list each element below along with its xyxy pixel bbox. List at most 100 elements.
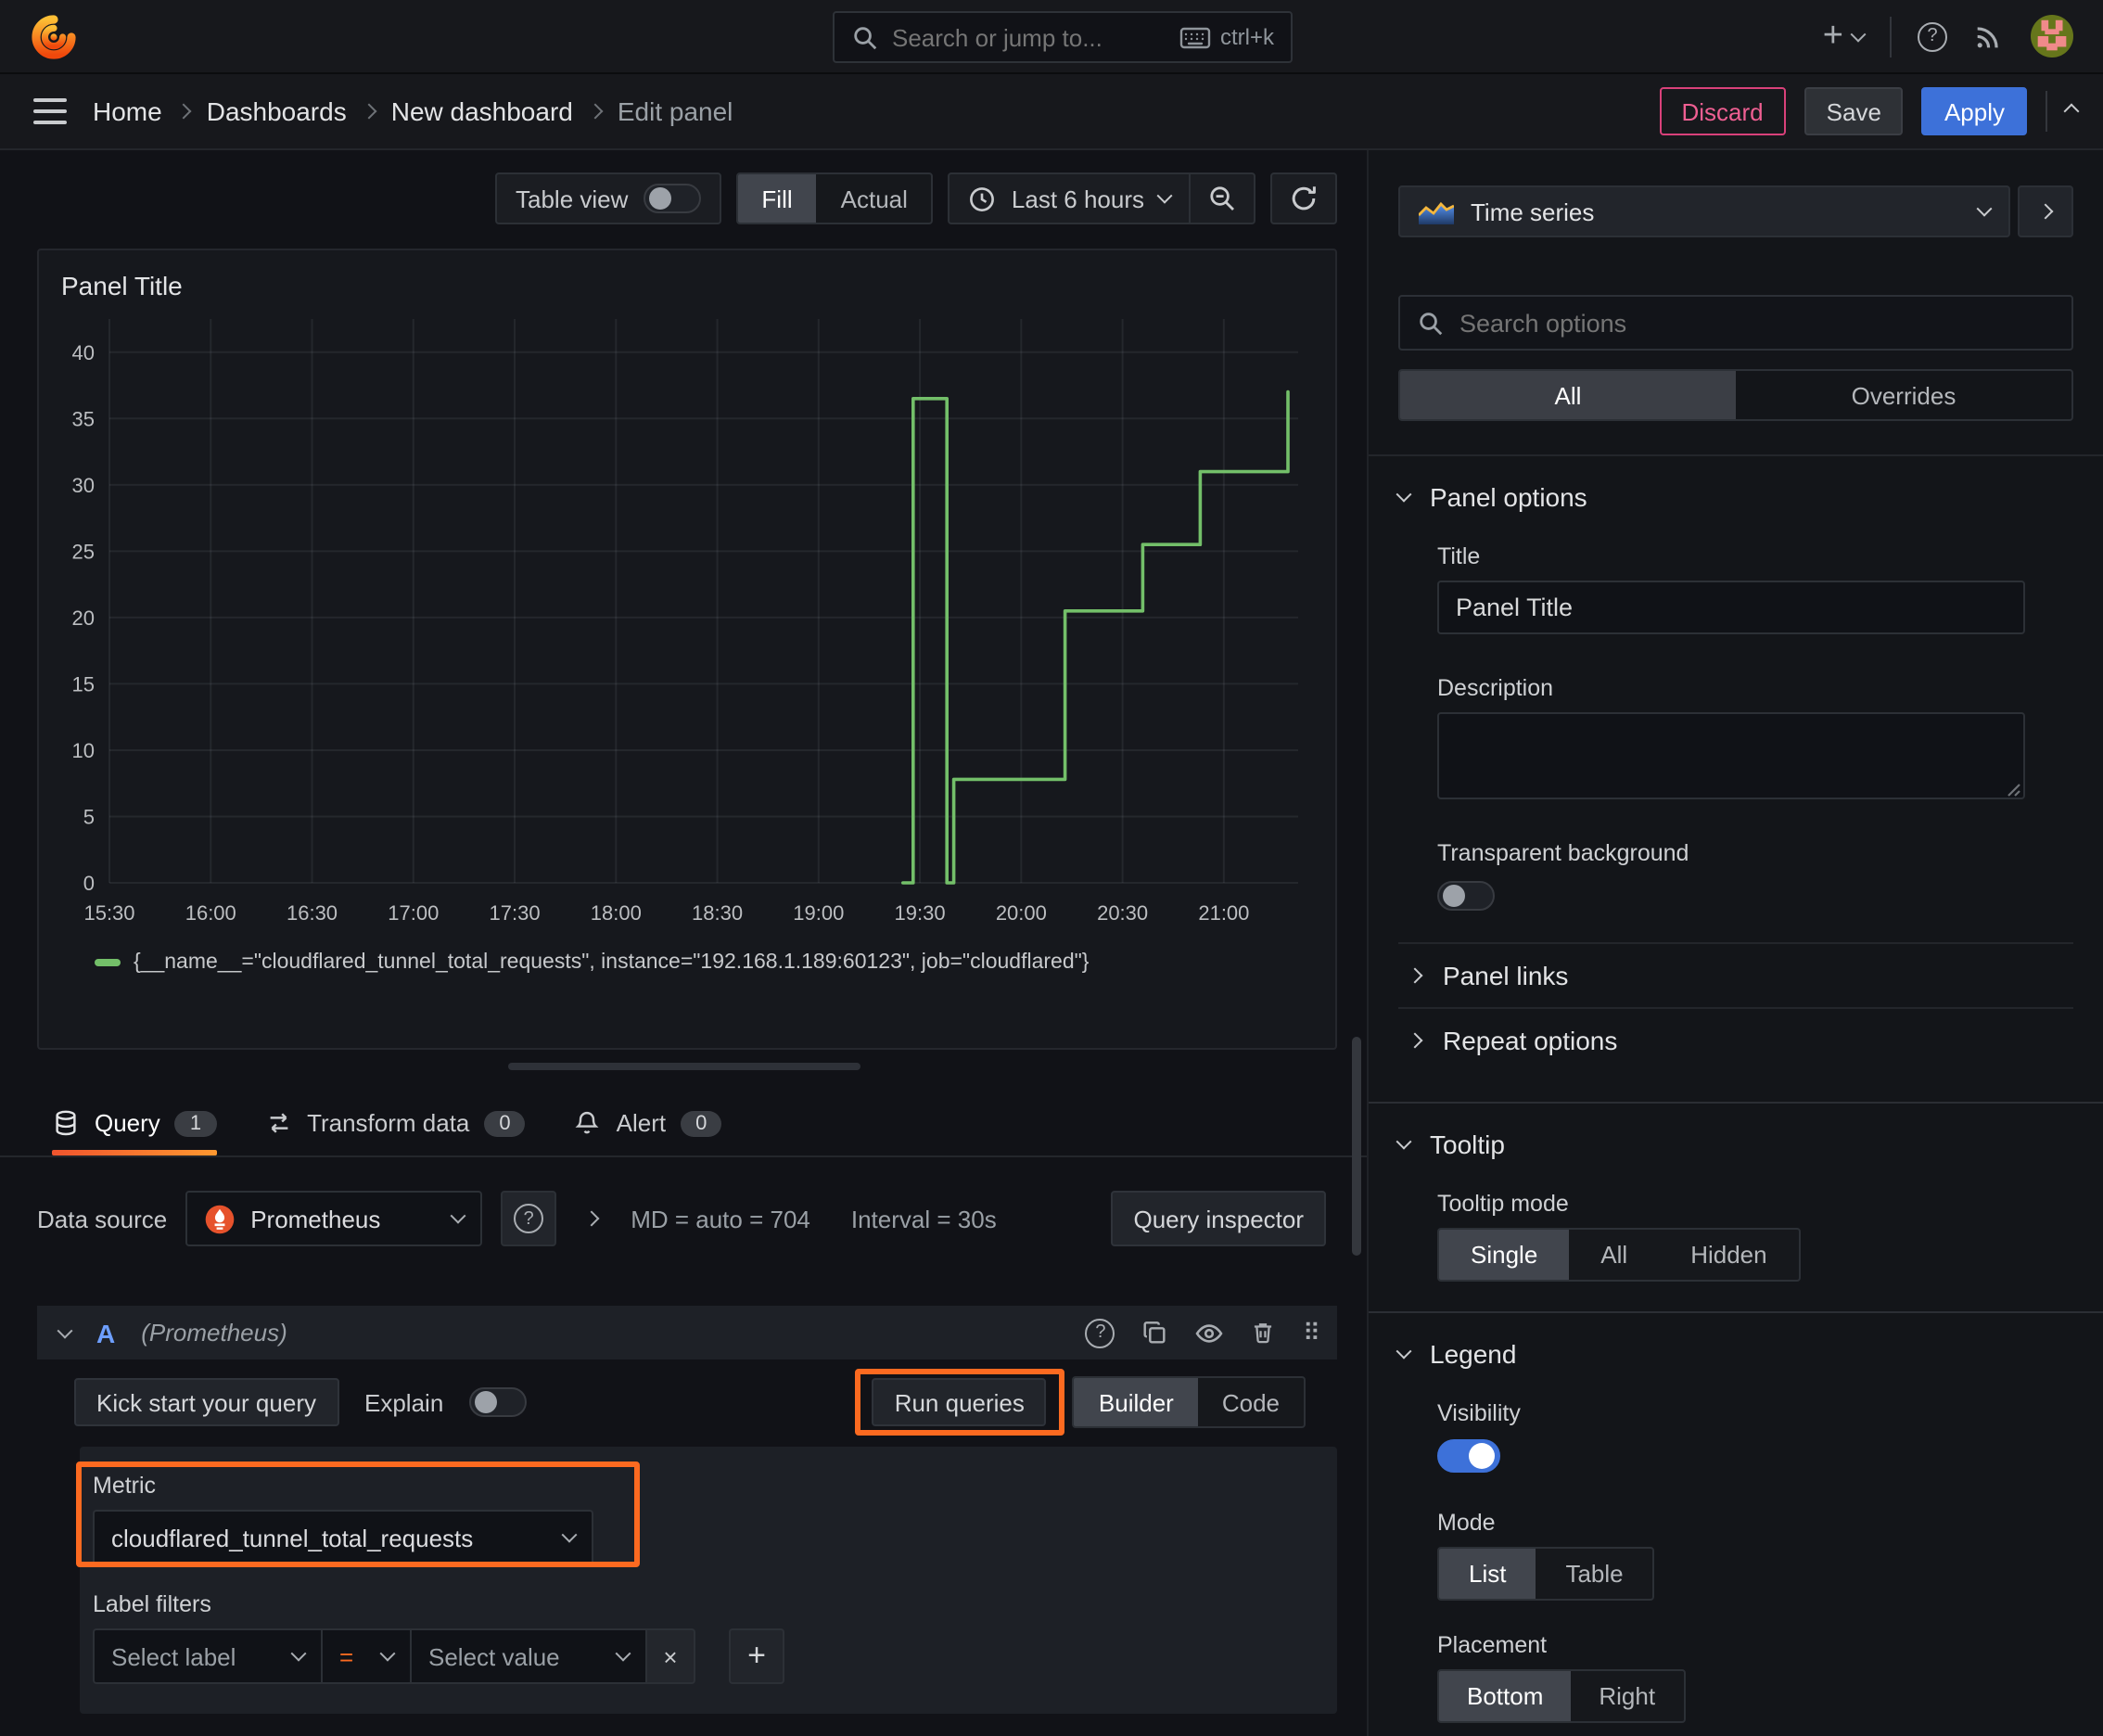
title-field-label: Title xyxy=(1437,543,1481,569)
user-avatar[interactable] xyxy=(2031,15,2073,57)
select-value-dropdown[interactable]: Select value xyxy=(412,1628,647,1684)
query-help-icon[interactable]: ? xyxy=(1085,1318,1115,1347)
select-label-dropdown[interactable]: Select label xyxy=(93,1628,323,1684)
section-repeat-options[interactable]: Repeat options xyxy=(1398,1009,2073,1072)
tab-query[interactable]: Query 1 xyxy=(52,1109,217,1155)
datasource-help-button[interactable]: ? xyxy=(501,1191,557,1246)
legend-mode-list[interactable]: List xyxy=(1439,1549,1536,1599)
table-view-label: Table view xyxy=(516,185,629,212)
tab-overrides[interactable]: Overrides xyxy=(1736,371,2071,419)
actual-option[interactable]: Actual xyxy=(817,174,932,223)
zoom-out-button[interactable] xyxy=(1189,174,1254,223)
explain-label: Explain xyxy=(364,1388,444,1416)
breadcrumb-home[interactable]: Home xyxy=(93,96,162,126)
builder-option[interactable]: Builder xyxy=(1074,1378,1198,1426)
section-panel-links[interactable]: Panel links xyxy=(1398,944,2073,1007)
time-range-picker[interactable]: Last 6 hours xyxy=(950,174,1189,223)
svg-text:20: 20 xyxy=(72,606,95,630)
options-search[interactable] xyxy=(1398,295,2073,351)
fill-option[interactable]: Fill xyxy=(737,174,817,223)
query-options-summary[interactable]: MD = auto = 704 Interval = 30s xyxy=(631,1205,997,1232)
section-tooltip[interactable]: Tooltip xyxy=(1396,1130,2073,1159)
collapse-query-icon[interactable] xyxy=(57,1321,73,1338)
chevron-down-icon xyxy=(1396,1133,1412,1150)
viz-suggestions-button[interactable] xyxy=(2018,185,2073,237)
search-input[interactable] xyxy=(892,23,1166,51)
add-menu-button[interactable]: + xyxy=(1823,19,1867,54)
apply-button[interactable]: Apply xyxy=(1921,87,2027,135)
code-option[interactable]: Code xyxy=(1198,1378,1304,1426)
repeat-options-label: Repeat options xyxy=(1443,1026,1618,1055)
legend-series-label: {__name__="cloudflared_tunnel_total_requ… xyxy=(134,951,1090,974)
left-pane-scrollbar[interactable] xyxy=(1352,1037,1361,1256)
chevron-right-icon xyxy=(1407,1032,1423,1049)
transparent-background-toggle[interactable] xyxy=(1437,881,1495,911)
chevron-down-icon xyxy=(379,1645,396,1662)
query-options-expand[interactable] xyxy=(583,1210,600,1227)
hide-query-icon[interactable] xyxy=(1195,1318,1225,1347)
section-legend[interactable]: Legend xyxy=(1396,1339,2073,1369)
refresh-icon xyxy=(1292,186,1316,211)
time-range-label: Last 6 hours xyxy=(1011,185,1144,212)
tab-alert[interactable]: Alert 0 xyxy=(574,1109,722,1155)
run-queries-button[interactable]: Run queries xyxy=(872,1378,1047,1426)
rss-icon xyxy=(1977,27,1998,48)
table-view-toggle[interactable] xyxy=(643,184,701,213)
pane-resize-handle[interactable] xyxy=(507,1063,860,1070)
tab-all-options[interactable]: All xyxy=(1400,371,1736,419)
section-panel-options[interactable]: Panel options xyxy=(1396,482,2073,512)
options-search-input[interactable] xyxy=(1459,309,2055,337)
help-button[interactable]: ? xyxy=(1918,21,1947,51)
refresh-button[interactable] xyxy=(1272,174,1335,223)
panel-title-input[interactable] xyxy=(1437,581,2025,634)
collapse-editor-button[interactable] xyxy=(2063,103,2080,120)
grafana-logo-icon[interactable] xyxy=(30,12,78,60)
time-series-chart[interactable]: 0 5 10 15 20 25 30 35 40 15:30 16:00 16:30 17:00 17:3… xyxy=(54,300,1306,938)
svg-text:25: 25 xyxy=(72,540,95,563)
chevron-down-icon xyxy=(290,1645,307,1662)
drag-query-handle[interactable]: ⠿ xyxy=(1303,1318,1320,1347)
chart-legend[interactable]: {__name__="cloudflared_tunnel_total_requ… xyxy=(54,938,1320,974)
textarea-resize-handle[interactable] xyxy=(2007,783,2021,798)
panel-title: Panel Title xyxy=(61,271,183,300)
query-inspector-button[interactable]: Query inspector xyxy=(1111,1191,1326,1246)
svg-text:21:00: 21:00 xyxy=(1198,901,1249,925)
breadcrumb-dashboards[interactable]: Dashboards xyxy=(207,96,347,126)
tooltip-mode-all[interactable]: All xyxy=(1569,1230,1659,1280)
news-button[interactable] xyxy=(1973,20,2005,52)
tab-transform-data[interactable]: Transform data 0 xyxy=(264,1109,526,1155)
datasource-picker[interactable]: Prometheus xyxy=(185,1191,483,1246)
breadcrumb: Home Dashboards New dashboard Edit panel xyxy=(93,96,733,126)
label-filters-label: Label filters xyxy=(93,1591,211,1617)
tooltip-mode-single[interactable]: Single xyxy=(1439,1230,1570,1280)
global-search[interactable]: ctrl+k xyxy=(833,11,1293,63)
operator-dropdown[interactable]: = xyxy=(323,1628,412,1684)
svg-text:18:30: 18:30 xyxy=(692,901,743,925)
metric-select[interactable]: cloudflared_tunnel_total_requests xyxy=(93,1510,593,1565)
breadcrumb-new-dashboard[interactable]: New dashboard xyxy=(391,96,573,126)
add-filter-button[interactable]: + xyxy=(729,1628,784,1684)
mega-menu-button[interactable] xyxy=(33,98,67,124)
visualization-picker[interactable]: Time series xyxy=(1398,185,2010,237)
save-button[interactable]: Save xyxy=(1803,87,1904,135)
explain-toggle[interactable] xyxy=(469,1387,528,1417)
delete-query-icon[interactable] xyxy=(1251,1319,1277,1347)
panel-description-input[interactable] xyxy=(1437,712,2025,799)
legend-placement-right[interactable]: Right xyxy=(1571,1671,1683,1721)
remove-filter-button[interactable]: × xyxy=(647,1628,695,1684)
discard-button[interactable]: Discard xyxy=(1659,87,1786,135)
query-row-header[interactable]: A (Prometheus) ? ⠿ xyxy=(37,1306,1337,1359)
legend-placement-bottom[interactable]: Bottom xyxy=(1439,1671,1572,1721)
editor-tabs: Query 1 Transform data 0 Alert 0 xyxy=(0,1085,1367,1157)
max-data-points-summary: MD = auto = 704 xyxy=(631,1205,810,1232)
chevron-right-icon xyxy=(2037,203,2054,220)
query-ref-id: A xyxy=(96,1318,116,1347)
svg-text:15: 15 xyxy=(72,672,95,696)
prometheus-icon xyxy=(205,1204,235,1233)
tab-query-badge: 1 xyxy=(174,1110,217,1136)
kick-start-query-button[interactable]: Kick start your query xyxy=(74,1378,338,1426)
legend-visibility-toggle[interactable] xyxy=(1437,1439,1500,1473)
tooltip-mode-hidden[interactable]: Hidden xyxy=(1659,1230,1798,1280)
duplicate-query-icon[interactable] xyxy=(1141,1319,1169,1347)
legend-mode-table[interactable]: Table xyxy=(1536,1549,1652,1599)
